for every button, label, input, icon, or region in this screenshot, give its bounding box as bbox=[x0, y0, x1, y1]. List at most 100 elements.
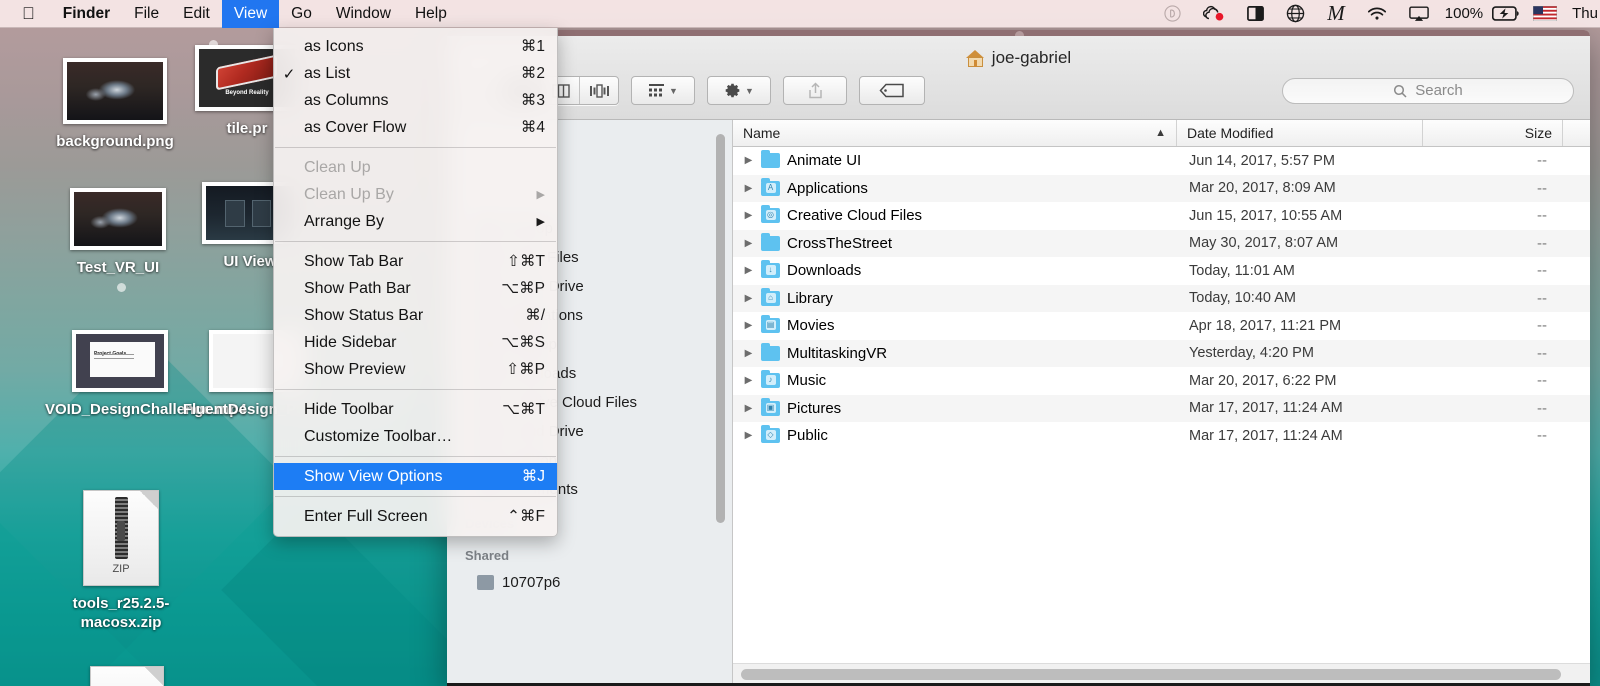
disclosure-triangle-icon[interactable]: ▶ bbox=[743, 403, 754, 414]
dropbox-icon[interactable] bbox=[1153, 0, 1192, 28]
menu-go[interactable]: Go bbox=[279, 0, 324, 28]
menu-item-label: as Columns bbox=[304, 91, 389, 109]
file-name: MultitaskingVR bbox=[787, 344, 888, 362]
table-row[interactable]: ▶ ↓ Downloads Today, 11:01 AM -- bbox=[733, 257, 1590, 285]
menu-item-hide-toolbar[interactable]: Hide Toolbar ⌥⌘T bbox=[274, 396, 557, 423]
column-header-name[interactable]: Name ▲ bbox=[733, 120, 1177, 146]
menu-item-show-preview[interactable]: Show Preview ⇧⌘P bbox=[274, 356, 557, 383]
file-date: Mar 20, 2017, 6:22 PM bbox=[1189, 372, 1337, 389]
menu-window[interactable]: Window bbox=[324, 0, 403, 28]
menu-item-as-columns[interactable]: as Columns ⌘3 bbox=[274, 87, 557, 114]
disclosure-triangle-icon[interactable]: ▶ bbox=[743, 430, 754, 441]
menu-bar[interactable]:  Finder File Edit View Go Window Help M… bbox=[0, 0, 1600, 28]
menu-item-show-status-bar[interactable]: Show Status Bar ⌘/ bbox=[274, 302, 557, 329]
table-row[interactable]: ▶ ♪ Music Mar 20, 2017, 6:22 PM -- bbox=[733, 367, 1590, 395]
file-rows[interactable]: ▶ Animate UI Jun 14, 2017, 5:57 PM -- ▶ A Appl… bbox=[733, 147, 1590, 450]
share-button[interactable] bbox=[783, 76, 847, 105]
disclosure-triangle-icon[interactable]: ▶ bbox=[743, 265, 754, 276]
action-button[interactable]: ▼ bbox=[707, 76, 771, 105]
file-date: Apr 18, 2017, 11:21 PM bbox=[1189, 317, 1342, 334]
table-row[interactable]: ▶ ▣ Pictures Mar 17, 2017, 11:24 AM -- bbox=[733, 394, 1590, 422]
folder-icon: ↓ bbox=[761, 260, 780, 279]
airplay-icon[interactable] bbox=[1398, 0, 1440, 28]
table-row[interactable]: ▶ ◎ Creative Cloud Files Jun 15, 2017, 10:5… bbox=[733, 202, 1590, 230]
window-title-text: joe-gabriel bbox=[991, 48, 1072, 67]
menubar-clock[interactable]: Thu bbox=[1567, 5, 1600, 22]
folder-icon: ▣ bbox=[761, 397, 780, 416]
menu-item-show-view-options[interactable]: Show View Options ⌘J bbox=[274, 463, 557, 490]
battery-charging-icon[interactable] bbox=[1488, 0, 1523, 28]
table-row[interactable]: ▶ ⌂ Library Today, 10:40 AM -- bbox=[733, 284, 1590, 312]
menu-item-as-cover-flow[interactable]: as Cover Flow ⌘4 bbox=[274, 114, 557, 141]
desktop-icon-partial[interactable] bbox=[90, 666, 164, 686]
submenu-arrow-icon: ▶ bbox=[536, 216, 545, 228]
disclosure-triangle-icon[interactable]: ▶ bbox=[743, 320, 754, 331]
globe-icon[interactable] bbox=[1275, 0, 1316, 28]
m-script-icon[interactable]: M bbox=[1316, 0, 1356, 28]
table-row[interactable]: ▶ Animate UI Jun 14, 2017, 5:57 PM -- bbox=[733, 147, 1590, 175]
column-header-date-modified[interactable]: Date Modified bbox=[1177, 120, 1423, 146]
file-size: -- bbox=[1537, 179, 1547, 197]
disclosure-triangle-icon[interactable]: ▶ bbox=[743, 155, 754, 166]
submenu-arrow-icon: ▶ bbox=[536, 189, 545, 201]
menu-view[interactable]: View bbox=[221, 0, 280, 28]
desktop-icon-label: VOID_DesignChallenge.mp4 bbox=[45, 401, 247, 418]
menu-finder[interactable]: Finder bbox=[51, 0, 122, 28]
menu-item-enter-full-screen[interactable]: Enter Full Screen ⌃⌘F bbox=[274, 503, 557, 530]
menu-item-shortcut: ⇧⌘P bbox=[506, 361, 545, 378]
image-thumbnail bbox=[63, 58, 167, 124]
sidebar-scrollbar[interactable] bbox=[716, 134, 725, 523]
column-header-size[interactable]: Size bbox=[1423, 120, 1563, 146]
menu-item-as-icons[interactable]: as Icons ⌘1 bbox=[274, 33, 557, 60]
disclosure-triangle-icon[interactable]: ▶ bbox=[743, 375, 754, 386]
finder-window[interactable]: joe-gabriel ▼ ▼ Search Files Drive Creat… bbox=[447, 30, 1590, 686]
folder-icon: ♪ bbox=[761, 370, 780, 389]
disclosure-triangle-icon[interactable]: ▶ bbox=[743, 210, 754, 221]
menu-separator bbox=[275, 147, 556, 148]
menu-item-customize-toolbar[interactable]: Customize Toolbar… bbox=[274, 423, 557, 450]
table-row[interactable]: ▶ ◇ Public Mar 17, 2017, 11:24 AM -- bbox=[733, 422, 1590, 450]
file-list[interactable]: Name ▲ Date Modified Size ▶ Animate UI Jun… bbox=[733, 120, 1590, 686]
menu-item-show-tab-bar[interactable]: Show Tab Bar ⇧⌘T bbox=[274, 248, 557, 275]
menu-item-as-list[interactable]: ✓ as List ⌘2 bbox=[274, 60, 557, 87]
menu-item-show-path-bar[interactable]: Show Path Bar ⌥⌘P bbox=[274, 275, 557, 302]
us-flag-icon[interactable] bbox=[1523, 0, 1567, 28]
menu-item-clean-up: Clean Up bbox=[274, 154, 557, 181]
menu-edit[interactable]: Edit bbox=[171, 0, 222, 28]
horizontal-scrollbar[interactable] bbox=[741, 669, 1561, 680]
wifi-icon[interactable] bbox=[1356, 0, 1398, 28]
desktop-icon-void-designchallenge-mp4[interactable]: Project Goals VOID_DesignChallenge.mp4 bbox=[45, 330, 247, 419]
menu-help[interactable]: Help bbox=[403, 0, 459, 28]
disclosure-triangle-icon[interactable]: ▶ bbox=[743, 183, 754, 194]
table-row[interactable]: ▶ CrossTheStreet May 30, 2017, 8:07 AM -- bbox=[733, 229, 1590, 257]
table-row[interactable]: ▶ A Applications Mar 20, 2017, 8:09 AM -- bbox=[733, 174, 1590, 202]
folder-icon: ◇ bbox=[761, 425, 780, 444]
desktop-icon-test-vr-ui[interactable]: Test_VR_UI bbox=[43, 188, 193, 277]
file-date: Mar 17, 2017, 11:24 AM bbox=[1189, 400, 1343, 417]
disclosure-triangle-icon[interactable]: ▶ bbox=[743, 348, 754, 359]
table-row[interactable]: ▶ ▤ Movies Apr 18, 2017, 11:21 PM -- bbox=[733, 312, 1590, 340]
view-menu-dropdown[interactable]: as Icons ⌘1 ✓ as List ⌘2 as Columns ⌘3 as Cover… bbox=[273, 28, 558, 537]
split-view-icon[interactable] bbox=[1236, 0, 1275, 28]
tags-button[interactable] bbox=[859, 76, 925, 105]
apple-logo-icon[interactable]:  bbox=[0, 0, 51, 28]
disclosure-triangle-icon[interactable]: ▶ bbox=[743, 293, 754, 304]
menu-item-arrange-by[interactable]: Arrange By ▶ bbox=[274, 208, 557, 235]
desktop-icon-background-png[interactable]: background.png bbox=[40, 58, 190, 151]
menu-item-hide-sidebar[interactable]: Hide Sidebar ⌥⌘S bbox=[274, 329, 557, 356]
search-input[interactable]: Search bbox=[1282, 77, 1574, 104]
coverflow-view-button[interactable] bbox=[580, 77, 618, 104]
arrange-by-button[interactable]: ▼ bbox=[631, 76, 695, 105]
video-thumbnail: Project Goals bbox=[72, 330, 168, 392]
file-size: -- bbox=[1537, 152, 1547, 170]
table-row[interactable]: ▶ MultitaskingVR Yesterday, 4:20 PM -- bbox=[733, 339, 1590, 367]
sidebar-item-shared-host[interactable]: 10707p6 bbox=[447, 568, 732, 597]
desktop-icon-tools-zip[interactable]: ZIP tools_r25.2.5-macosx.zip bbox=[46, 490, 196, 632]
folder-icon bbox=[761, 342, 780, 361]
menu-item-label: Show Preview bbox=[304, 360, 406, 378]
menu-item-shortcut: ⌘2 bbox=[520, 65, 545, 82]
disclosure-triangle-icon[interactable]: ▶ bbox=[743, 238, 754, 249]
file-name: CrossTheStreet bbox=[787, 234, 893, 252]
cloud-record-icon[interactable] bbox=[1192, 0, 1236, 28]
menu-file[interactable]: File bbox=[122, 0, 171, 28]
